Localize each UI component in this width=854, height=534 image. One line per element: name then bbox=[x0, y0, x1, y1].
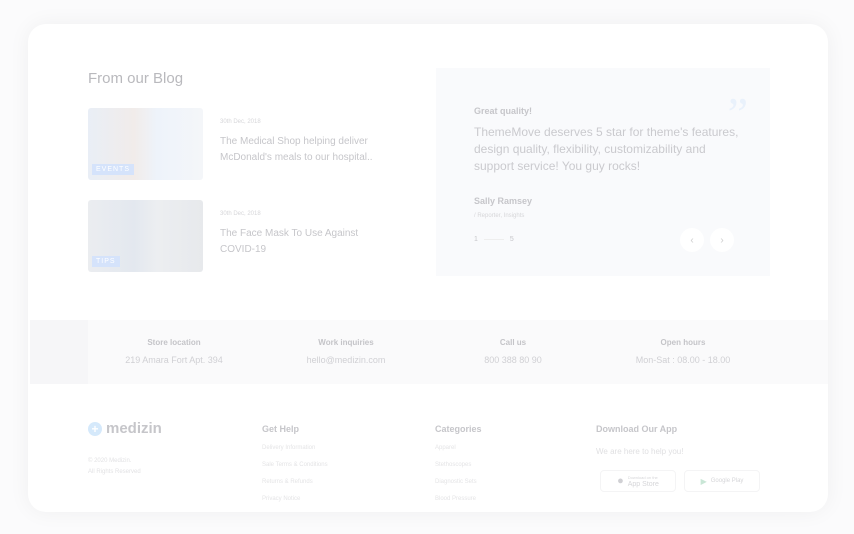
blog-post[interactable]: EVENTS 30th Dec, 2018 The Medical Shop h… bbox=[88, 108, 388, 180]
rights-text: All Rights Reserved bbox=[88, 469, 141, 475]
footer-heading: Get Help bbox=[262, 424, 300, 434]
chevron-right-icon: › bbox=[720, 234, 724, 246]
apple-icon: ● bbox=[617, 475, 624, 487]
slide-pager: 1 5 bbox=[474, 236, 514, 243]
info-work-inquiries: Work inquiries hello@medizin.com bbox=[260, 320, 432, 384]
app-store-label: Download on the App Store bbox=[628, 474, 659, 488]
copyright-text: © 2020 Medizin. bbox=[88, 458, 132, 464]
testimonial-text: ThemeMove deserves 5 star for theme's fe… bbox=[474, 125, 739, 173]
footer-link[interactable]: Sale Terms & Conditions bbox=[262, 462, 328, 468]
google-play-icon: ▶ bbox=[700, 476, 707, 486]
post-thumbnail[interactable]: TIPS bbox=[88, 200, 203, 272]
footer-link[interactable]: Apparel bbox=[435, 445, 482, 451]
brand-logo[interactable]: + medizin bbox=[88, 420, 162, 437]
app-store-button[interactable]: ● Download on the App Store bbox=[600, 470, 676, 492]
brand-name: medizin bbox=[106, 420, 162, 437]
google-play-button[interactable]: ▶ Google Play bbox=[684, 470, 760, 492]
app-store-text: App Store bbox=[627, 481, 659, 488]
page-card: From our Blog EVENTS 30th Dec, 2018 The … bbox=[28, 24, 828, 512]
google-play-text: Google Play bbox=[710, 478, 744, 484]
footer-link[interactable]: Privacy Notice bbox=[262, 496, 328, 502]
chevron-left-icon: ‹ bbox=[690, 234, 694, 246]
info-value: 219 Amara Fort Apt. 394 bbox=[125, 355, 223, 365]
blog-post[interactable]: TIPS 30th Dec, 2018 The Face Mask To Use… bbox=[88, 200, 388, 272]
footer-heading: Categories bbox=[435, 424, 482, 434]
footer-link[interactable]: Returns & Refunds bbox=[262, 479, 328, 485]
info-value[interactable]: hello@medizin.com bbox=[260, 355, 432, 365]
contact-info-strip: Store location 219 Amara Fort Apt. 394 W… bbox=[30, 320, 828, 384]
footer-link[interactable]: Stethoscopes bbox=[435, 462, 482, 468]
info-heading: Store location bbox=[147, 338, 201, 347]
prev-button[interactable]: ‹ bbox=[680, 228, 704, 252]
plus-icon: + bbox=[88, 421, 102, 436]
post-thumbnail[interactable]: EVENTS bbox=[88, 108, 203, 180]
post-date: 30th Dec, 2018 bbox=[220, 211, 261, 217]
page-total: 5 bbox=[509, 236, 514, 243]
info-store-location: Store location 219 Amara Fort Apt. 394 bbox=[88, 320, 260, 384]
strip-spacer bbox=[30, 320, 88, 384]
footer-categories: Categories Apparel Stethoscopes Diagnost… bbox=[435, 424, 482, 502]
post-tag[interactable]: TIPS bbox=[92, 256, 120, 267]
testimonial-name: Sally Ramsey bbox=[474, 196, 533, 206]
footer-subtitle: We are here to help you! bbox=[596, 447, 684, 456]
pager-line bbox=[483, 239, 504, 240]
next-button[interactable]: › bbox=[710, 228, 734, 252]
info-open-hours: Open hours Mon-Sat : 08.00 - 18.00 bbox=[597, 320, 769, 384]
footer-link[interactable]: Delivery Information bbox=[262, 445, 328, 451]
footer-link[interactable]: Diagnostic Sets bbox=[435, 479, 482, 485]
post-title[interactable]: The Face Mask To Use Against COVID-19 bbox=[220, 226, 390, 258]
footer-heading: Download Our App bbox=[596, 424, 678, 434]
info-value[interactable]: 800 388 80 90 bbox=[427, 355, 599, 365]
blog-title: From our Blog bbox=[88, 70, 184, 87]
footer-link[interactable]: Blood Pressure bbox=[435, 496, 482, 502]
footer-help: Get Help Delivery Information Sale Terms… bbox=[262, 424, 328, 502]
testimonial-label: Great quality! bbox=[474, 106, 533, 116]
info-heading: Call us bbox=[499, 338, 527, 347]
info-call-us: Call us 800 388 80 90 bbox=[427, 320, 599, 384]
post-date: 30th Dec, 2018 bbox=[220, 119, 261, 125]
page-current: 1 bbox=[474, 236, 478, 243]
info-heading: Work inquiries bbox=[318, 338, 374, 347]
testimonial-card: ” Great quality! ThemeMove deserves 5 st… bbox=[436, 68, 770, 276]
info-value: Mon-Sat : 08.00 - 18.00 bbox=[635, 355, 731, 365]
post-title[interactable]: The Medical Shop helping deliver McDonal… bbox=[220, 134, 390, 166]
footer-app: Download Our App We are here to help you… bbox=[596, 424, 683, 456]
testimonial-role: / Reporter, Insights bbox=[474, 213, 525, 219]
info-heading: Open hours bbox=[660, 338, 706, 347]
copyright: © 2020 Medizin. All Rights Reserved bbox=[88, 456, 141, 478]
post-tag[interactable]: EVENTS bbox=[92, 164, 135, 175]
app-store-small: Download on the bbox=[627, 475, 658, 480]
